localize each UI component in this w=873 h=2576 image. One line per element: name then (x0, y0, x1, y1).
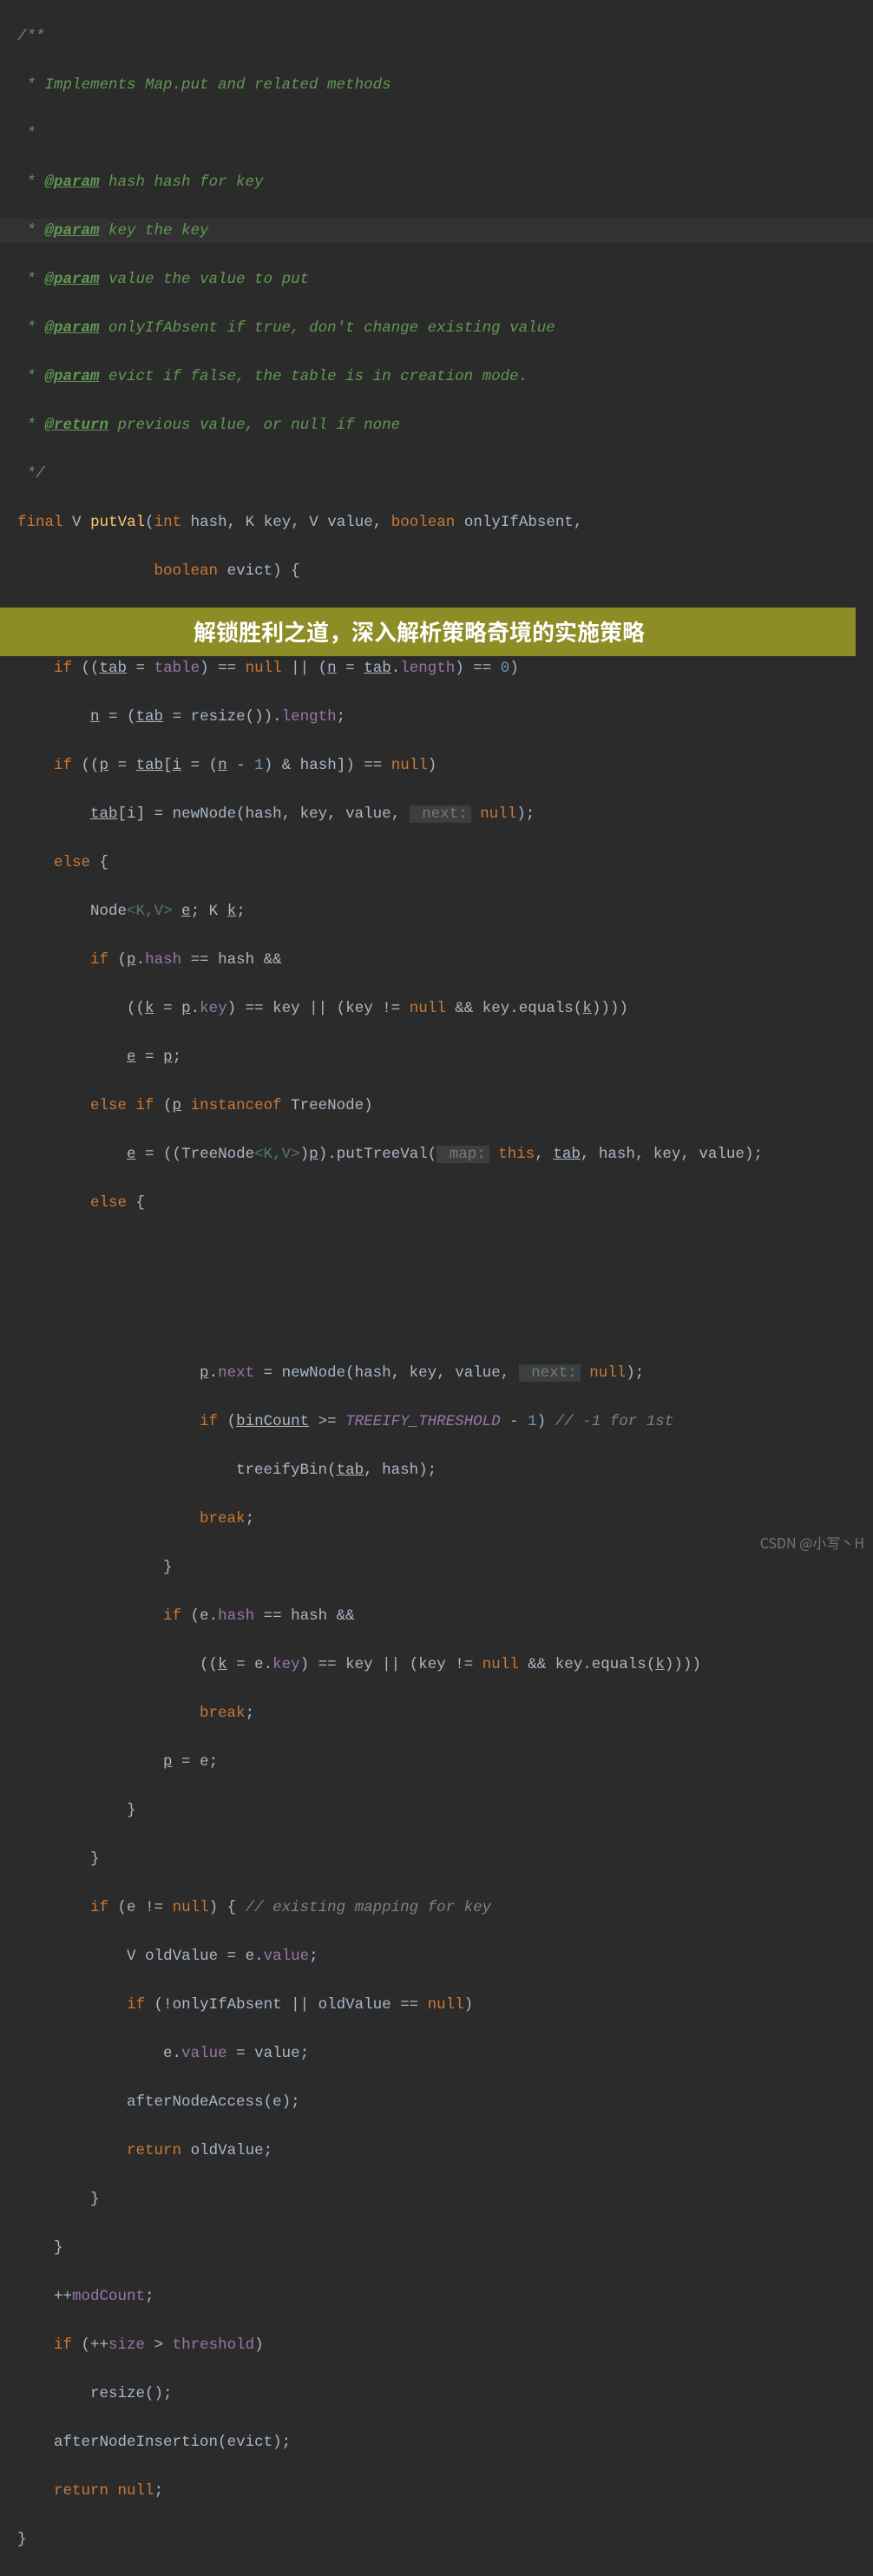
code-line: resize(); (17, 2382, 873, 2406)
hidden-line (17, 1312, 873, 1337)
code-line: } (17, 2236, 873, 2260)
code-line: p = e; (17, 1750, 873, 1774)
code-line: if (p.hash == hash && (17, 948, 873, 972)
javadoc-line: * (17, 122, 873, 146)
code-line: if (!onlyIfAbsent || oldValue == null) (17, 1993, 873, 2017)
code-line: treeifyBin(tab, hash); (17, 1458, 873, 1482)
method-signature-2: boolean evict) { (17, 559, 873, 583)
code-line: afterNodeInsertion(evict); (17, 2430, 873, 2454)
code-line: ((k = p.key) == key || (key != null && k… (17, 996, 873, 1021)
code-line: } (17, 2527, 873, 2552)
javadoc-line: * Implements Map.put and related methods (17, 73, 873, 97)
javadoc-param-highlighted: * @param key the key (0, 219, 873, 243)
code-line: afterNodeAccess(e); (17, 2090, 873, 2114)
code-line: ++modCount; (17, 2284, 873, 2309)
code-line: if ((p = tab[i = (n - 1) & hash]) == nul… (17, 753, 873, 778)
javadoc-param: * @param evict if false, the table is in… (17, 365, 873, 389)
code-line: return null; (17, 2479, 873, 2503)
code-line: else if (p instanceof TreeNode) (17, 1094, 873, 1118)
code-line: else { (17, 851, 873, 875)
hidden-line (17, 1264, 873, 1288)
code-line: if (e != null) { // existing mapping for… (17, 1896, 873, 1920)
javadoc-param: * @param onlyIfAbsent if true, don't cha… (17, 316, 873, 340)
parameter-hint: next: (519, 1364, 581, 1382)
code-line: return oldValue; (17, 2139, 873, 2163)
code-line: } (17, 2187, 873, 2211)
code-line: if (binCount >= TREEIFY_THRESHOLD - 1) /… (17, 1410, 873, 1434)
watermark: CSDN @小写丶H (760, 1532, 864, 1553)
code-line: } (17, 1798, 873, 1823)
javadoc-param: * @param hash hash for key (17, 170, 873, 194)
code-line: break; (17, 1507, 873, 1531)
code-line: p.next = newNode(hash, key, value, next:… (17, 1361, 873, 1385)
code-line: if (++size > threshold) (17, 2333, 873, 2357)
code-line: ((k = e.key) == key || (key != null && k… (17, 1653, 873, 1677)
code-line: V oldValue = e.value; (17, 1944, 873, 1968)
code-line: break; (17, 1701, 873, 1725)
code-line: n = (tab = resize()).length; (17, 705, 873, 729)
javadoc-return: * @return previous value, or null if non… (17, 413, 873, 437)
code-line: e.value = value; (17, 2041, 873, 2066)
code-line: } (17, 1847, 873, 1871)
code-line: tab[i] = newNode(hash, key, value, next:… (17, 802, 873, 826)
code-line: if (e.hash == hash && (17, 1604, 873, 1628)
overlay-banner: 解锁胜利之道，深入解析策略奇境的实施策略 (0, 608, 856, 656)
parameter-hint: next: (410, 805, 471, 823)
code-line: e = p; (17, 1045, 873, 1069)
javadoc-close: */ (17, 462, 873, 486)
code-editor[interactable]: /** * Implements Map.put and related met… (0, 0, 873, 2576)
code-line: Node<K,V> e; K k; (17, 899, 873, 923)
code-line: if ((tab = table) == null || (n = tab.le… (17, 656, 873, 680)
javadoc-param: * @param value the value to put (17, 267, 873, 292)
parameter-hint: map: (436, 1146, 489, 1163)
method-signature: final V putVal(int hash, K key, V value,… (17, 510, 873, 535)
code-line: else { (17, 1191, 873, 1215)
javadoc-open: /** (17, 24, 873, 49)
code-line: e = ((TreeNode<K,V>)p).putTreeVal( map: … (17, 1142, 873, 1166)
code-line: } (17, 1555, 873, 1580)
